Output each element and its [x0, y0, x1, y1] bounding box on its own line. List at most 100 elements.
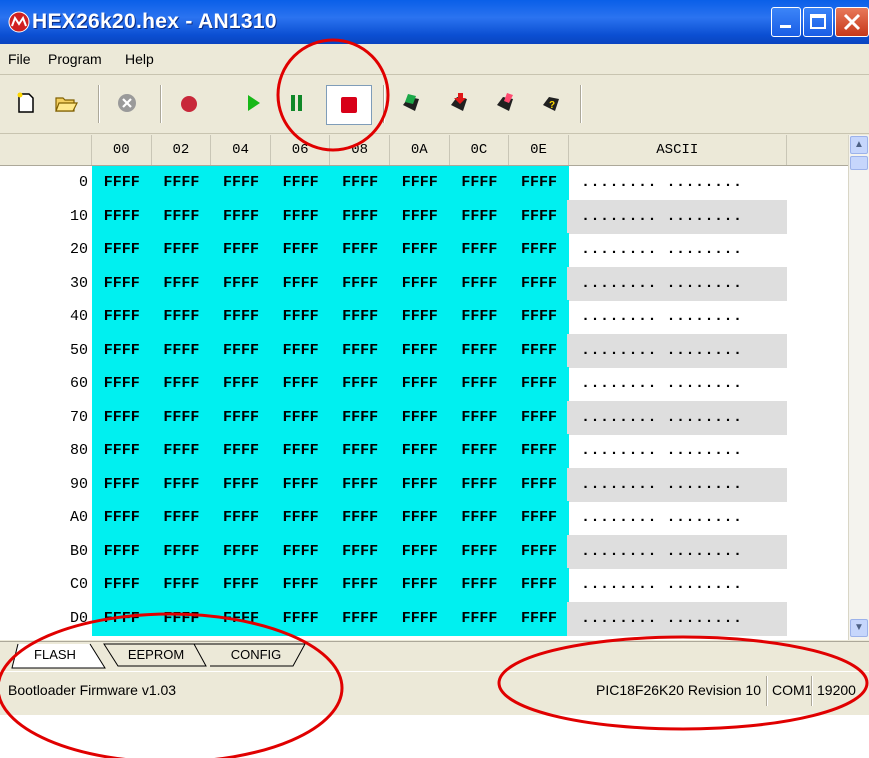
hex-cell[interactable]: FFFF	[270, 400, 331, 435]
hex-cell[interactable]: FFFF	[509, 333, 569, 368]
hex-cell[interactable]: FFFF	[449, 166, 510, 200]
erase-device-button[interactable]	[492, 90, 518, 116]
hex-cell[interactable]: FFFF	[92, 233, 152, 267]
hex-cell[interactable]: FFFF	[92, 266, 152, 301]
hex-cell[interactable]: FFFF	[449, 199, 510, 234]
hex-cell[interactable]: FFFF	[270, 467, 331, 502]
hex-cell[interactable]: FFFF	[92, 300, 152, 334]
tab-flash[interactable]: FLASH	[20, 644, 90, 666]
hex-cell[interactable]: FFFF	[270, 601, 331, 636]
hex-cell[interactable]: FFFF	[449, 266, 510, 301]
hex-cell[interactable]: FFFF	[390, 467, 450, 502]
hex-cell[interactable]: FFFF	[390, 233, 450, 267]
hex-cell[interactable]: FFFF	[449, 434, 510, 468]
hex-cell[interactable]: FFFF	[509, 266, 569, 301]
hex-cell[interactable]: FFFF	[449, 467, 510, 502]
hex-cell[interactable]: FFFF	[151, 534, 212, 569]
hex-cell[interactable]: FFFF	[509, 233, 569, 267]
hex-cell[interactable]: FFFF	[330, 266, 390, 301]
hex-cell[interactable]: FFFF	[390, 266, 450, 301]
hex-cell[interactable]: FFFF	[211, 333, 271, 368]
hex-cell[interactable]: FFFF	[270, 501, 331, 535]
hex-cell[interactable]: FFFF	[211, 434, 271, 468]
hex-cell[interactable]: FFFF	[390, 601, 450, 636]
hex-cell[interactable]: FFFF	[390, 333, 450, 368]
ascii-cell[interactable]: ........ ........	[567, 400, 787, 435]
hex-cell[interactable]: FFFF	[211, 367, 271, 401]
hex-cell[interactable]: FFFF	[509, 501, 569, 535]
hex-cell[interactable]: FFFF	[509, 434, 569, 468]
vertical-scrollbar[interactable]: ▲ ▼	[848, 135, 869, 640]
hex-cell[interactable]: FFFF	[211, 467, 271, 502]
hex-cell[interactable]: FFFF	[151, 568, 212, 602]
hex-cell[interactable]: FFFF	[449, 300, 510, 334]
hex-cell[interactable]: FFFF	[390, 434, 450, 468]
hex-cell[interactable]: FFFF	[151, 199, 212, 234]
read-device-button[interactable]	[446, 90, 472, 116]
ascii-cell[interactable]: ........ ........	[567, 166, 787, 200]
hex-cell[interactable]: FFFF	[92, 400, 152, 435]
hex-cell[interactable]: FFFF	[330, 166, 390, 200]
hex-cell[interactable]: FFFF	[92, 166, 152, 200]
hex-cell[interactable]: FFFF	[270, 568, 331, 602]
hex-cell[interactable]: FFFF	[449, 400, 510, 435]
write-device-button[interactable]	[398, 90, 424, 116]
hex-cell[interactable]: FFFF	[92, 534, 152, 569]
hex-cell[interactable]: FFFF	[330, 400, 390, 435]
hex-cell[interactable]: FFFF	[151, 400, 212, 435]
column-header[interactable]: 02	[152, 135, 212, 165]
column-header[interactable]: 0E	[509, 135, 569, 165]
table-row[interactable]: 90 FFFF FFFF FFFF FFFF FFFF FFFF FFFF FFFF......…	[0, 467, 848, 502]
hex-cell[interactable]: FFFF	[390, 199, 450, 234]
hex-cell[interactable]: FFFF	[509, 400, 569, 435]
hex-cell[interactable]: FFFF	[211, 300, 271, 334]
hex-cell[interactable]: FFFF	[92, 367, 152, 401]
stop-button[interactable]	[326, 85, 372, 125]
hex-cell[interactable]: FFFF	[211, 266, 271, 301]
table-row[interactable]: 80 FFFF FFFF FFFF FFFF FFFF FFFF FFFF FFFF......…	[0, 434, 848, 468]
hex-cell[interactable]: FFFF	[509, 367, 569, 401]
hex-cell[interactable]: FFFF	[390, 400, 450, 435]
hex-cell[interactable]: FFFF	[390, 367, 450, 401]
hex-cell[interactable]: FFFF	[449, 601, 510, 636]
hex-cell[interactable]: FFFF	[449, 568, 510, 602]
hex-cell[interactable]: FFFF	[330, 367, 390, 401]
table-row[interactable]: C0 FFFF FFFF FFFF FFFF FFFF FFFF FFFF FFFF......…	[0, 568, 848, 602]
column-header[interactable]: 06	[271, 135, 331, 165]
table-row[interactable]: D0 FFFF FFFF FFFF FFFF FFFF FFFF FFFF FFFF......…	[0, 601, 848, 636]
hex-cell[interactable]: FFFF	[449, 233, 510, 267]
hex-cell[interactable]: FFFF	[330, 333, 390, 368]
hex-cell[interactable]: FFFF	[330, 467, 390, 502]
record-button[interactable]	[176, 90, 202, 116]
table-row[interactable]: 20 FFFF FFFF FFFF FFFF FFFF FFFF FFFF FFFF......…	[0, 233, 848, 267]
hex-cell[interactable]: FFFF	[509, 300, 569, 334]
hex-cell[interactable]: FFFF	[211, 501, 271, 535]
hex-cell[interactable]: FFFF	[330, 501, 390, 535]
table-row[interactable]: 60 FFFF FFFF FFFF FFFF FFFF FFFF FFFF FFFF......…	[0, 367, 848, 401]
ascii-cell[interactable]: ........ ........	[567, 300, 787, 334]
ascii-cell[interactable]: ........ ........	[567, 266, 787, 301]
tab-eeprom[interactable]: EEPROM	[116, 644, 196, 666]
hex-cell[interactable]: FFFF	[330, 233, 390, 267]
column-header[interactable]: 0A	[390, 135, 450, 165]
table-row[interactable]: 0 FFFF FFFF FFFF FFFF FFFF FFFF FFFF FFFF.......…	[0, 166, 848, 200]
ascii-cell[interactable]: ........ ........	[567, 333, 787, 368]
column-header[interactable]: 04	[211, 135, 271, 165]
run-button[interactable]	[240, 90, 266, 116]
hex-cell[interactable]: FFFF	[270, 367, 331, 401]
hex-cell[interactable]: FFFF	[92, 467, 152, 502]
ascii-cell[interactable]: ........ ........	[567, 534, 787, 569]
hex-cell[interactable]: FFFF	[330, 601, 390, 636]
hex-cell[interactable]: FFFF	[270, 166, 331, 200]
ascii-cell[interactable]: ........ ........	[567, 467, 787, 502]
hex-cell[interactable]: FFFF	[270, 333, 331, 368]
hex-cell[interactable]: FFFF	[330, 534, 390, 569]
hex-cell[interactable]: FFFF	[92, 333, 152, 368]
maximize-button[interactable]	[803, 7, 833, 37]
hex-cell[interactable]: FFFF	[92, 199, 152, 234]
hex-cell[interactable]: FFFF	[151, 233, 212, 267]
hex-cell[interactable]: FFFF	[151, 367, 212, 401]
hex-cell[interactable]: FFFF	[211, 568, 271, 602]
menu-help[interactable]: Help	[125, 51, 154, 67]
hex-cell[interactable]: FFFF	[151, 434, 212, 468]
